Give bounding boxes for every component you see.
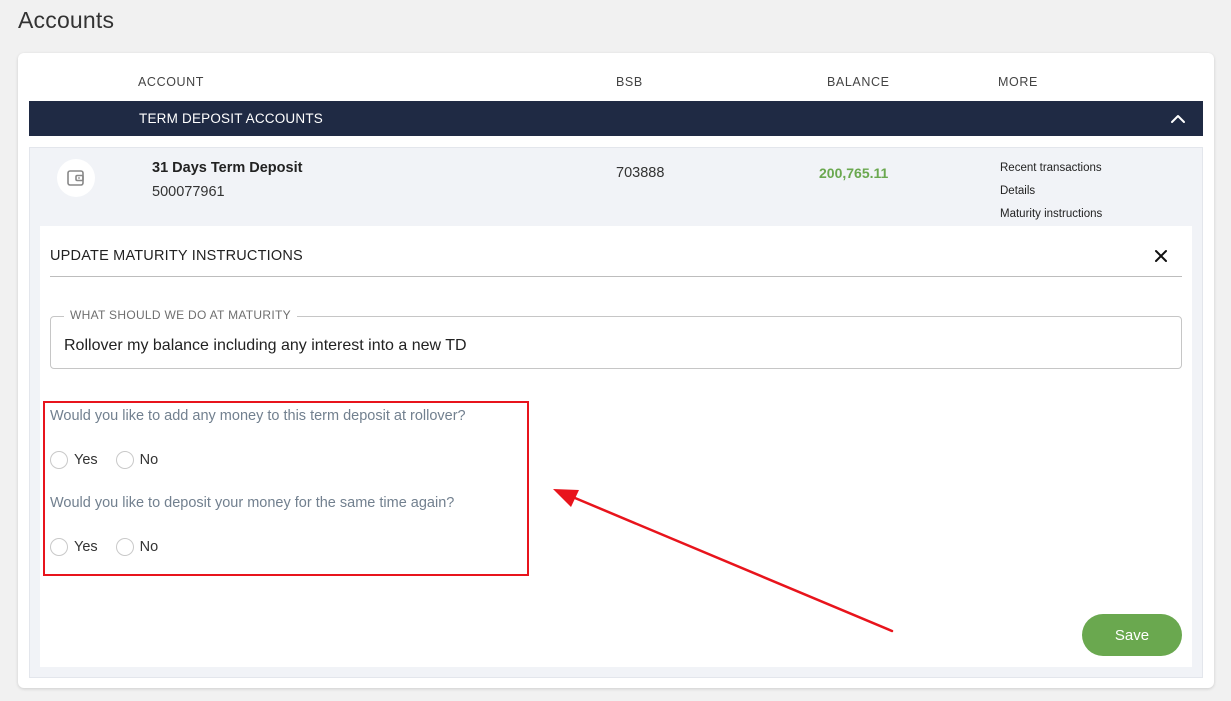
section-term-deposit-accounts[interactable]: TERM DEPOSIT ACCOUNTS <box>29 101 1203 136</box>
panel-title: UPDATE MATURITY INSTRUCTIONS <box>50 248 303 264</box>
field-value: Rollover my balance including any intere… <box>64 337 467 354</box>
close-icon[interactable] <box>1153 248 1169 264</box>
radio-group-add-money: Yes No <box>50 451 176 469</box>
maturity-option-select[interactable]: WHAT SHOULD WE DO AT MATURITY Rollover m… <box>50 308 1182 369</box>
link-details[interactable]: Details <box>1000 185 1035 197</box>
chevron-up-icon[interactable] <box>1169 110 1187 128</box>
radio-circle[interactable] <box>115 538 134 556</box>
account-bsb: 703888 <box>616 165 665 181</box>
account-balance: 200,765.11 <box>819 165 889 181</box>
question-add-money: Would you like to add any money to this … <box>50 408 466 424</box>
accounts-card: ACCOUNT BSB BALANCE MORE TERM DEPOSIT AC… <box>18 53 1214 688</box>
save-button[interactable]: Save <box>1082 614 1182 656</box>
panel-divider <box>50 276 1182 277</box>
account-row: 31 Days Term Deposit 500077961 703888 20… <box>29 147 1203 678</box>
radio-label: No <box>139 539 159 555</box>
field-legend: WHAT SHOULD WE DO AT MATURITY <box>64 308 297 322</box>
radio-add-money-no[interactable]: No <box>115 451 159 469</box>
radio-circle[interactable] <box>50 538 68 556</box>
radio-circle[interactable] <box>115 451 134 469</box>
account-number: 500077961 <box>152 184 225 200</box>
link-recent-transactions[interactable]: Recent transactions <box>1000 162 1102 174</box>
question-same-term: Would you like to deposit your money for… <box>50 495 455 511</box>
radio-add-money-yes[interactable]: Yes <box>50 451 98 469</box>
column-header-bsb: BSB <box>616 75 643 89</box>
link-maturity-instructions[interactable]: Maturity instructions <box>1000 208 1102 220</box>
radio-label: Yes <box>74 452 98 468</box>
radio-circle[interactable] <box>50 451 68 469</box>
radio-same-term-yes[interactable]: Yes <box>50 538 98 556</box>
maturity-instructions-panel: UPDATE MATURITY INSTRUCTIONS WHAT SHOULD… <box>40 226 1192 667</box>
radio-label: No <box>139 452 159 468</box>
page-title: Accounts <box>18 7 115 33</box>
wallet-icon <box>57 159 95 197</box>
radio-group-same-term: Yes No <box>50 538 176 556</box>
column-header-account: ACCOUNT <box>138 75 205 89</box>
account-name: 31 Days Term Deposit <box>152 160 303 176</box>
section-label: TERM DEPOSIT ACCOUNTS <box>139 111 323 126</box>
radio-label: Yes <box>74 539 98 555</box>
radio-same-term-no[interactable]: No <box>115 538 159 556</box>
column-header-more: MORE <box>998 75 1038 89</box>
column-header-balance: BALANCE <box>827 75 890 89</box>
